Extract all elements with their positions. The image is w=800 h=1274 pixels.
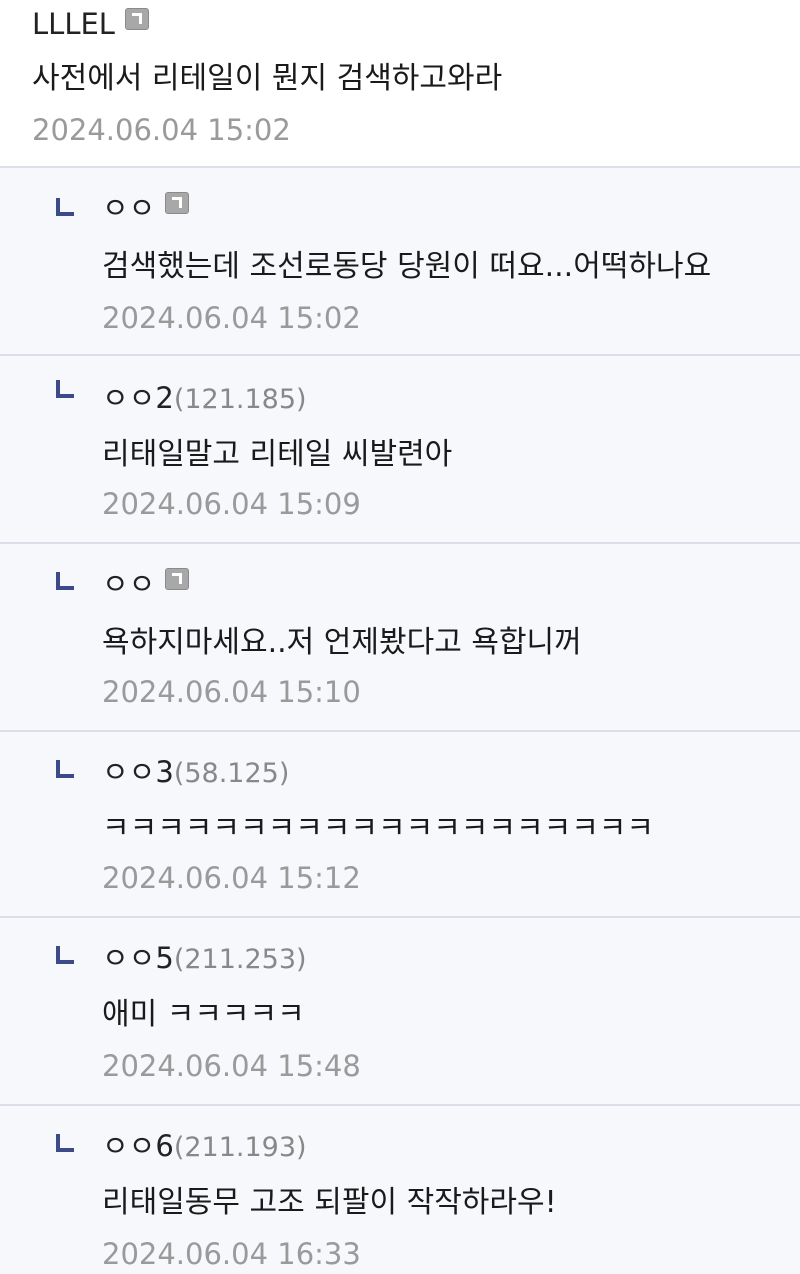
reply-arrow-icon	[56, 1134, 74, 1152]
reply-arrow-icon	[56, 380, 74, 398]
reply-author[interactable]: ㅇㅇ2(121.185)	[102, 380, 307, 418]
reply-item: ㅇㅇ2(121.185) 리태일말고 리테일 씨발련아 2024.06.04 1…	[0, 354, 800, 542]
reply-date: 2024.06.04 15:12	[102, 861, 361, 895]
reply-text: ㅋㅋㅋㅋㅋㅋㅋㅋㅋㅋㅋㅋㅋㅋㅋㅋㅋㅋㅋㅋ	[102, 811, 654, 846]
nickname[interactable]: LLLEL	[32, 7, 115, 41]
fixed-nick-icon	[165, 192, 190, 214]
reply-text: 욕하지마세요..저 언제봤다고 욕합니꺼	[102, 625, 582, 660]
reply-arrow-icon	[56, 946, 74, 964]
fixed-nick-icon	[124, 8, 149, 30]
fixed-nick-icon	[165, 568, 190, 590]
reply-item: ㅇㅇ 검색했는데 조선로동당 당원이 떠요...어떡하나요 2024.06.04…	[0, 166, 800, 354]
reply-text: 리태일말고 리테일 씨발련아	[102, 437, 453, 472]
comment-author[interactable]: LLLEL	[32, 6, 149, 42]
reply-author[interactable]: ㅇㅇ3(58.125)	[102, 754, 289, 792]
comment-text: 사전에서 리테일이 뭔지 검색하고와라	[32, 61, 503, 96]
ip-address: (58.125)	[173, 758, 290, 789]
comment-date: 2024.06.04 15:02	[32, 113, 291, 147]
reply-author[interactable]: ㅇㅇ5(211.253)	[102, 940, 307, 978]
reply-item: ㅇㅇ 욕하지마세요..저 언제봤다고 욕합니꺼 2024.06.04 15:10	[0, 542, 800, 730]
reply-arrow-icon	[56, 198, 74, 216]
reply-arrow-icon	[56, 760, 74, 778]
reply-author[interactable]: ㅇㅇ	[102, 190, 190, 228]
reply-text: 애미 ㅋㅋㅋㅋㅋ	[102, 997, 305, 1032]
reply-author[interactable]: ㅇㅇ	[102, 566, 190, 602]
nickname[interactable]: ㅇㅇ6	[102, 1129, 174, 1163]
nickname[interactable]: ㅇㅇ3	[102, 755, 174, 789]
ip-address: (211.193)	[173, 1132, 307, 1163]
nickname[interactable]: ㅇㅇ	[102, 191, 155, 225]
nickname[interactable]: ㅇㅇ5	[102, 941, 174, 975]
main-comment: LLLEL 사전에서 리테일이 뭔지 검색하고와라 2024.06.04 15:…	[0, 0, 800, 166]
reply-text: 검색했는데 조선로동당 당원이 떠요...어떡하나요	[102, 249, 712, 284]
ip-address: (211.253)	[173, 944, 307, 975]
reply-text: 리태일동무 고조 되팔이 작작하라우!	[102, 1185, 557, 1220]
reply-item: ㅇㅇ5(211.253) 애미 ㅋㅋㅋㅋㅋ 2024.06.04 15:48	[0, 916, 800, 1104]
reply-date: 2024.06.04 15:02	[102, 301, 361, 335]
reply-date: 2024.06.04 15:48	[102, 1049, 361, 1083]
reply-arrow-icon	[56, 572, 74, 590]
reply-item: ㅇㅇ3(58.125) ㅋㅋㅋㅋㅋㅋㅋㅋㅋㅋㅋㅋㅋㅋㅋㅋㅋㅋㅋㅋ 2024.06…	[0, 730, 800, 916]
reply-author[interactable]: ㅇㅇ6(211.193)	[102, 1128, 307, 1166]
ip-address: (121.185)	[173, 384, 307, 415]
nickname[interactable]: ㅇㅇ	[102, 567, 155, 601]
nickname[interactable]: ㅇㅇ2	[102, 381, 174, 415]
reply-item: ㅇㅇ6(211.193) 리태일동무 고조 되팔이 작작하라우! 2024.06…	[0, 1104, 800, 1274]
reply-date: 2024.06.04 15:09	[102, 487, 361, 521]
reply-date: 2024.06.04 15:10	[102, 675, 361, 709]
reply-date: 2024.06.04 16:33	[102, 1237, 361, 1271]
